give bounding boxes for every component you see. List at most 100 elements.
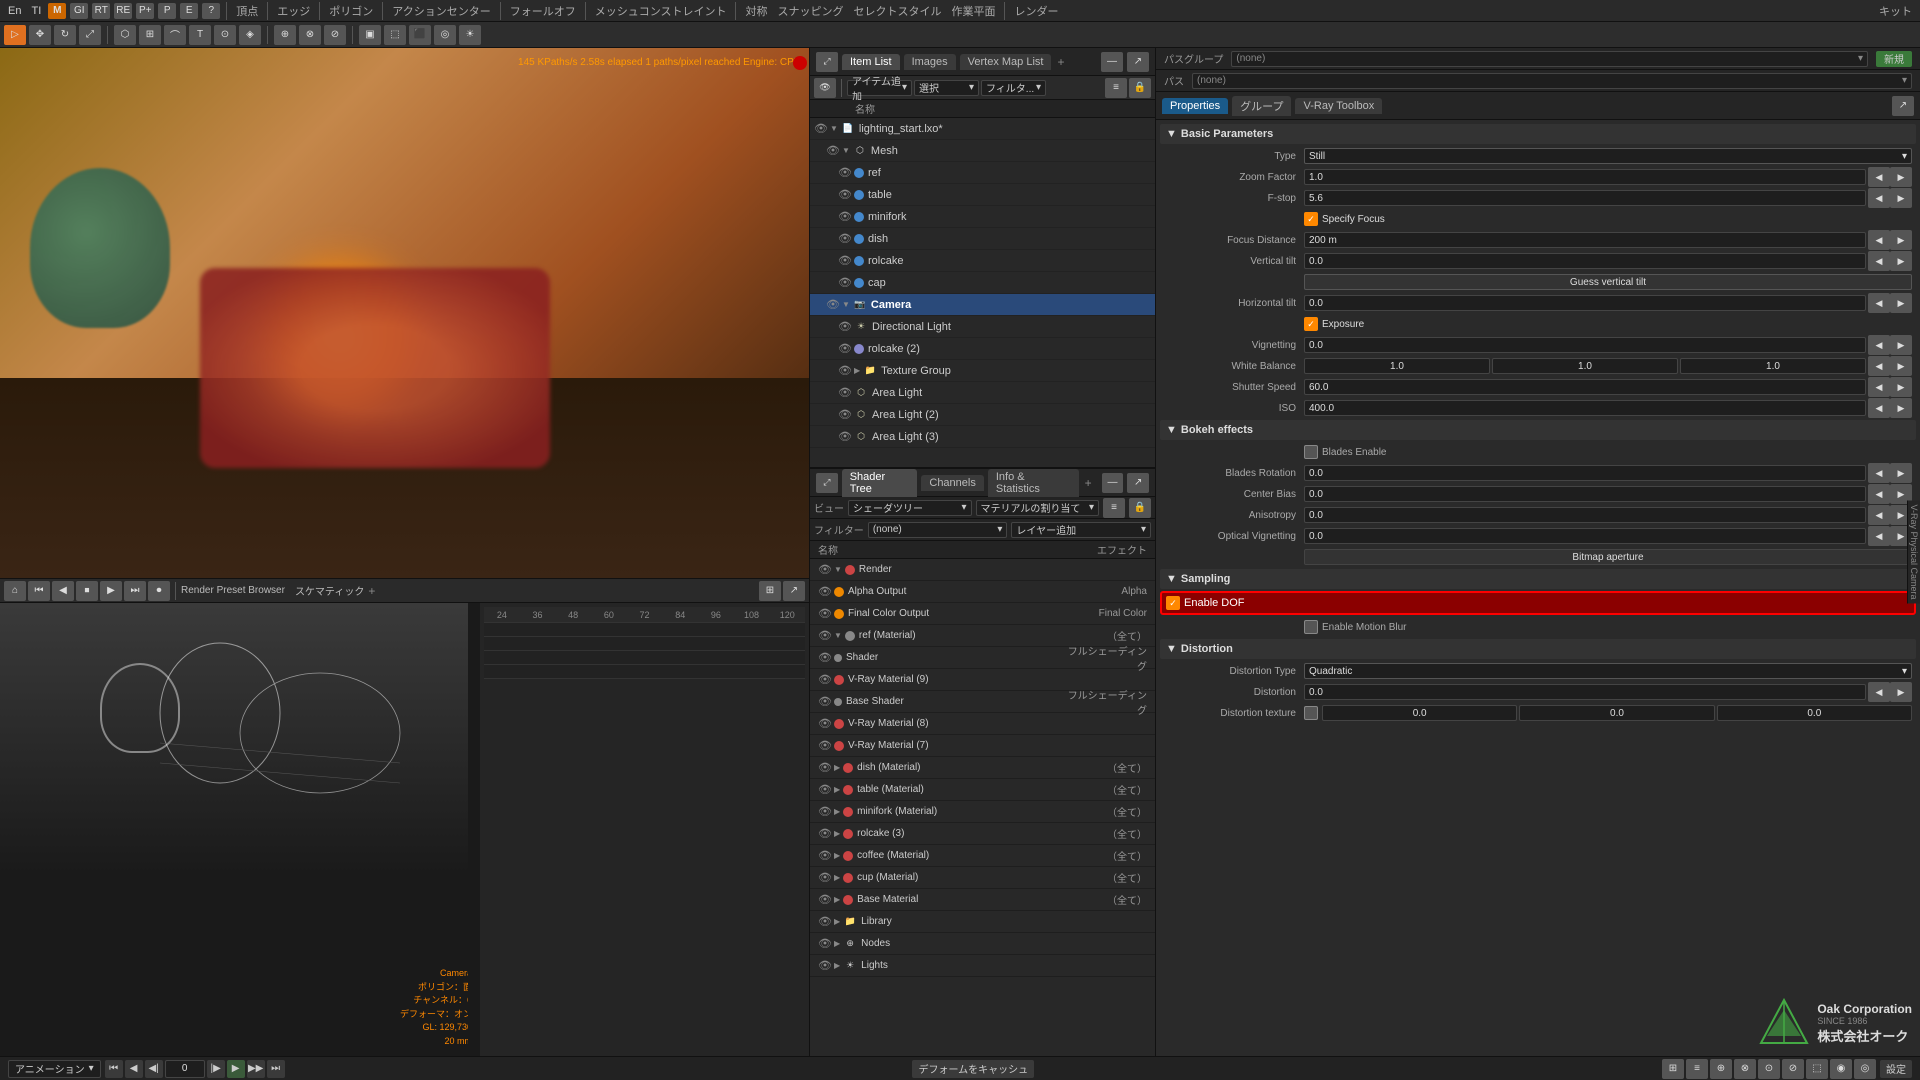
prop-disttype-value[interactable]: Quadratic ▾ [1304, 663, 1912, 679]
tb-rotate[interactable]: ↻ [54, 25, 76, 45]
item-list-minimize[interactable]: — [1101, 52, 1123, 72]
eye-basemat[interactable]: 👁 [818, 893, 832, 907]
item-arealight1[interactable]: 👁 ⬡ Area Light [810, 382, 1155, 404]
add-view-btn[interactable]: + [366, 584, 377, 598]
render-btn-top[interactable]: レンダー [1010, 3, 1062, 19]
fstop-minus[interactable]: ◀ [1868, 188, 1890, 208]
timeline-track-1[interactable] [484, 623, 805, 637]
tab-images[interactable]: Images [904, 54, 956, 70]
tb-mirror[interactable]: ⊗ [299, 25, 321, 45]
specify-focus-checkbox[interactable]: ✓ [1304, 212, 1318, 226]
vig-plus[interactable]: ▶ [1890, 335, 1912, 355]
prop-guess-btn[interactable]: Guess vertical tilt [1304, 274, 1912, 290]
cb-minus[interactable]: ◀ [1868, 484, 1890, 504]
expand-tablemat[interactable]: ▶ [834, 785, 840, 794]
select-mode[interactable]: 頂点 [232, 3, 262, 19]
shader-item[interactable]: 👁 Shader フルシェーディング [810, 647, 1155, 669]
tb-rig[interactable]: ⬚ [384, 25, 406, 45]
focus-minus[interactable]: ◀ [1868, 230, 1890, 250]
shader-miniforkmat[interactable]: 👁 ▶ minifork (Material) （全て） [810, 801, 1155, 823]
mode-m[interactable]: M [48, 3, 66, 19]
iso-plus[interactable]: ▶ [1890, 398, 1912, 418]
shader-tree-body[interactable]: 👁 ▼ Render 👁 Alpha Output Alpha 👁 [810, 559, 1155, 1056]
tb-render-icon[interactable]: ⬛ [409, 25, 431, 45]
shader-maximize[interactable]: ↗ [1127, 473, 1149, 493]
add-panel-tab[interactable]: + [1055, 55, 1066, 69]
item-directional[interactable]: 👁 ☀ Directional Light [810, 316, 1155, 338]
shader-basemat[interactable]: 👁 ▶ Base Material （全て） [810, 889, 1155, 911]
expand-nodes[interactable]: ▶ [834, 939, 840, 948]
eye-rolcake2[interactable]: 👁 [838, 342, 852, 356]
eye-root[interactable]: 👁 [814, 122, 828, 136]
wb-minus[interactable]: ◀ [1868, 356, 1890, 376]
expand-coffeemat[interactable]: ▶ [834, 851, 840, 860]
wb-g[interactable]: 1.0 [1492, 358, 1678, 374]
bottom-icon-9[interactable]: ◎ [1854, 1059, 1876, 1079]
eye-final[interactable]: 👁 [818, 607, 832, 621]
deform-cache-btn[interactable]: デフォームをキャッシュ [912, 1060, 1034, 1078]
btn-prev-key[interactable]: ◀ [125, 1060, 143, 1078]
falloff[interactable]: フォールオフ [506, 3, 580, 19]
expand-refmat[interactable]: ▼ [834, 631, 842, 640]
prop-focus-value[interactable]: 200 m [1304, 232, 1866, 248]
prop-opvig-value[interactable]: 0.0 [1304, 528, 1866, 544]
prop-htilt-value[interactable]: 0.0 [1304, 295, 1866, 311]
preview-record[interactable]: ⏺ [148, 581, 170, 601]
pass-input[interactable]: (none) ▾ [1192, 73, 1912, 89]
kit-btn[interactable]: キット [1875, 3, 1916, 19]
timeline-track-2[interactable] [484, 637, 805, 651]
blades-checkbox[interactable] [1304, 445, 1318, 459]
eye-arealight2[interactable]: 👁 [838, 408, 852, 422]
tb-snap[interactable]: ⊕ [274, 25, 296, 45]
btn-go-start[interactable]: ⏮ [105, 1060, 123, 1078]
item-list-expand[interactable]: ⤢ [816, 52, 838, 72]
vtilt-plus[interactable]: ▶ [1890, 251, 1912, 271]
path-group-input[interactable]: (none) ▾ [1231, 51, 1868, 67]
tb-sculpt[interactable]: ◈ [239, 25, 261, 45]
tab-properties[interactable]: Properties [1162, 98, 1228, 114]
blrot-minus[interactable]: ◀ [1868, 463, 1890, 483]
symmetry[interactable]: 対称 [741, 3, 771, 19]
tab-info-stats[interactable]: Info & Statistics [988, 469, 1079, 497]
shader-lights[interactable]: 👁 ▶ ☀ Lights [810, 955, 1155, 977]
item-ref[interactable]: 👁 ref [810, 162, 1155, 184]
shader-expand[interactable]: ⤢ [816, 473, 838, 493]
item-table[interactable]: 👁 table [810, 184, 1155, 206]
eye-base-shader[interactable]: 👁 [818, 695, 832, 709]
fstop-plus[interactable]: ▶ [1890, 188, 1912, 208]
shader-coffeemat[interactable]: 👁 ▶ coffee (Material) （全て） [810, 845, 1155, 867]
preview-play-back[interactable]: ◀ [52, 581, 74, 601]
bottom-icon-8[interactable]: ◉ [1830, 1059, 1852, 1079]
item-dish[interactable]: 👁 dish [810, 228, 1155, 250]
menu-item-en[interactable]: En [4, 5, 25, 17]
bottom-icon-3[interactable]: ⊕ [1710, 1059, 1732, 1079]
tb-move[interactable]: ✥ [29, 25, 51, 45]
expand-cupmat[interactable]: ▶ [834, 873, 840, 882]
disttex-v3[interactable]: 0.0 [1717, 705, 1912, 721]
tb-bevel[interactable]: ⊘ [324, 25, 346, 45]
sampling-header[interactable]: ▼ Sampling [1160, 569, 1916, 589]
filter-dropdown[interactable]: フィルタ... ▾ [981, 80, 1046, 96]
expand-library[interactable]: ▶ [834, 917, 840, 926]
preview-prev-frame[interactable]: ⏮ [28, 581, 50, 601]
mode-e[interactable]: E [180, 3, 198, 19]
eye-nodes[interactable]: 👁 [818, 937, 832, 951]
eye-rolcake[interactable]: 👁 [838, 254, 852, 268]
render-stop-btn[interactable] [793, 56, 807, 70]
zoom-plus[interactable]: ▶ [1890, 167, 1912, 187]
tb-light-icon[interactable]: ☀ [459, 25, 481, 45]
tab-vertex-map[interactable]: Vertex Map List [960, 54, 1052, 70]
aniso-minus[interactable]: ◀ [1868, 505, 1890, 525]
eye-mesh[interactable]: 👁 [826, 144, 840, 158]
item-list-maximize[interactable]: ↗ [1127, 52, 1149, 72]
shutter-minus[interactable]: ◀ [1868, 377, 1890, 397]
bottom-icon-1[interactable]: ⊞ [1662, 1059, 1684, 1079]
vtilt-minus[interactable]: ◀ [1868, 251, 1890, 271]
il-options[interactable]: ≡ [1105, 78, 1127, 98]
tab-group[interactable]: グループ [1232, 96, 1291, 116]
shader-options[interactable]: ≡ [1103, 498, 1125, 518]
prop-fstop-value[interactable]: 5.6 [1304, 190, 1866, 206]
basic-params-header[interactable]: ▼ Basic Parameters [1160, 124, 1916, 144]
prop-blades-rot-value[interactable]: 0.0 [1304, 465, 1866, 481]
tb-poly[interactable]: ⬡ [114, 25, 136, 45]
